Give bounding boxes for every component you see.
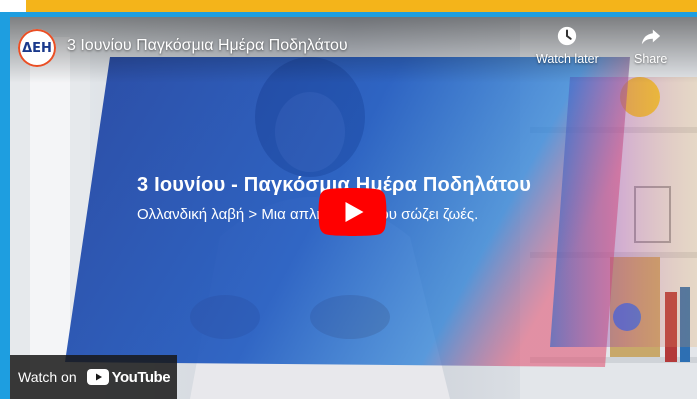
watch-later-label: Watch later xyxy=(536,52,599,66)
top-strip-white xyxy=(0,0,26,12)
youtube-wordmark: YouTube xyxy=(111,368,171,386)
share-label: Share xyxy=(634,52,668,66)
channel-logo[interactable]: ΔΕΗ xyxy=(18,29,56,67)
youtube-logo: YouTube xyxy=(86,368,171,386)
video-player[interactable]: ΔΕΗ 3 Ιουνίου Παγκόσμια Ημέρα Ποδηλάτου … xyxy=(10,17,697,399)
share-button[interactable]: Share xyxy=(634,25,667,66)
clock-icon xyxy=(558,26,577,46)
share-arrow-icon xyxy=(641,29,660,45)
watch-later-button[interactable]: Watch later xyxy=(536,25,599,66)
play-icon xyxy=(318,188,387,236)
top-accent-strip xyxy=(26,0,697,12)
video-title[interactable]: 3 Ιουνίου Παγκόσμια Ημέρα Ποδηλάτου xyxy=(67,37,348,55)
watch-on-label: Watch on xyxy=(18,369,77,385)
channel-logo-text: ΔΕΗ xyxy=(22,40,52,56)
watch-on-youtube-button[interactable]: Watch on YouTube xyxy=(10,355,177,399)
play-button[interactable] xyxy=(318,188,387,236)
overlay-subtitle: Ολλανδική λαβή > Μια απλή λαβή, που σώζε… xyxy=(137,206,479,223)
youtube-logo-icon xyxy=(86,369,109,385)
